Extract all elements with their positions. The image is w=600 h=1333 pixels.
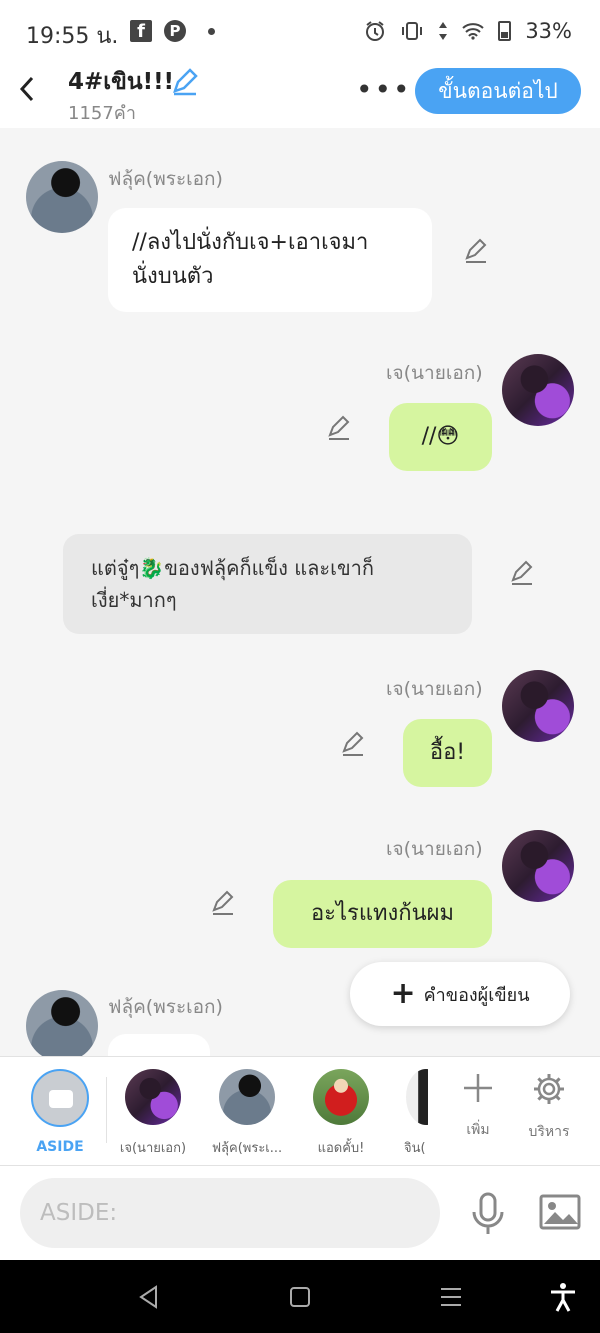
edit-pencil-icon[interactable]	[509, 560, 535, 586]
chat-area[interactable]: ฟลุ้ค(พระเอก) //ลงไปนั่งกับเจ+เอาเจมา นั…	[0, 128, 600, 1056]
message-text: นั่งบนตัว	[132, 264, 214, 289]
writer-note-label: คำของผู้เขียน	[423, 984, 530, 1006]
top-header: 4#เขิน!!! 1157คำ ••• ขั้นตอนต่อไป	[0, 62, 600, 128]
character-jay[interactable]: เจ(นายเอก)	[108, 1069, 198, 1158]
speaker-name: ฟลุ้ค(พระเอก)	[108, 168, 223, 190]
manage-label: บริหาร	[528, 1124, 570, 1140]
microphone-icon[interactable]	[470, 1192, 506, 1236]
message-text: อะไรแทงก้นผม	[310, 901, 455, 926]
edit-pencil-icon[interactable]	[326, 415, 352, 441]
character-jin[interactable]: จิน(	[390, 1069, 428, 1158]
add-writer-note-button[interactable]: + คำของผู้เขียน	[350, 962, 570, 1026]
character-label: จิน(	[404, 1141, 426, 1156]
message-bubble[interactable]: //ลงไปนั่งกับเจ+เอาเจมา นั่งบนตัว	[108, 208, 432, 312]
facebook-icon: f	[130, 20, 152, 42]
accessibility-icon[interactable]	[548, 1282, 578, 1312]
aside-input[interactable]	[20, 1178, 440, 1248]
more-options-icon[interactable]: •••	[356, 76, 412, 104]
character-aside[interactable]: ASIDE	[15, 1069, 105, 1155]
plus-icon	[464, 1074, 492, 1102]
avatar[interactable]	[26, 161, 98, 233]
gear-icon	[534, 1074, 564, 1104]
avatar[interactable]	[26, 990, 98, 1056]
speaker-name: เจ(นายเอก)	[386, 838, 483, 860]
avatar	[125, 1069, 181, 1125]
status-time: 19:55 น.	[26, 24, 119, 49]
character-label: ASIDE	[36, 1139, 84, 1155]
pinterest-icon: P	[164, 20, 186, 42]
character-label: แอดคั้บ!	[317, 1141, 365, 1156]
narration-bubble[interactable]: แต่จู๋ๆ🐉ของฟลุ้คก็แข็ง และเขาก็ เงี่ย*มา…	[63, 534, 472, 634]
plus-icon: +	[390, 976, 416, 1011]
avatar[interactable]	[502, 354, 574, 426]
add-character-button[interactable]: เพิ่ม	[448, 1071, 508, 1141]
battery-level: 33%	[525, 19, 572, 43]
edit-title-icon[interactable]	[170, 66, 200, 96]
speaker-name: เจ(นายเอก)	[386, 678, 483, 700]
back-arrow-icon[interactable]	[16, 74, 40, 104]
avatar	[406, 1069, 428, 1125]
manage-button[interactable]: บริหาร	[519, 1071, 579, 1143]
composer	[0, 1166, 600, 1260]
character-fluke[interactable]: ฟลุ้ค(พระเ...	[202, 1069, 292, 1158]
speaker-name: เจ(นายเอก)	[386, 362, 483, 384]
message-bubble[interactable]	[108, 1034, 210, 1056]
narration-text: แต่จู๋ๆ🐉ของฟลุ้คก็แข็ง และเขาก็	[91, 556, 375, 580]
image-icon[interactable]	[538, 1190, 582, 1234]
word-count: 1157คำ	[68, 103, 136, 124]
data-arrows-icon	[439, 22, 448, 40]
message-bubble[interactable]: อื้อ!	[403, 719, 492, 787]
avatar[interactable]	[502, 670, 574, 742]
vibrate-icon	[402, 22, 423, 40]
nav-recents-icon[interactable]	[438, 1284, 464, 1310]
message-text: อื้อ!	[429, 740, 466, 765]
next-step-button[interactable]: ขั้นตอนต่อไป	[415, 68, 581, 114]
avatar	[219, 1069, 275, 1125]
narration-text: เงี่ย*มากๆ	[91, 588, 177, 612]
message-bubble[interactable]: อะไรแทงก้นผม	[273, 880, 492, 948]
message-bubble[interactable]: //😳	[389, 403, 492, 471]
character-label: ฟลุ้ค(พระเ...	[211, 1141, 283, 1156]
character-selector: ASIDE เจ(นายเอก) ฟลุ้ค(พระเ... แอดคั้บ! …	[0, 1056, 600, 1166]
aside-icon	[31, 1069, 89, 1127]
page-title: 4#เขิน!!!	[68, 69, 175, 95]
notification-dot-icon	[208, 27, 215, 35]
system-nav-bar	[0, 1260, 600, 1333]
nav-home-icon[interactable]	[287, 1284, 313, 1310]
message-text: //😳	[421, 424, 460, 449]
divider	[106, 1077, 107, 1143]
character-admin[interactable]: แอดคั้บ!	[296, 1069, 386, 1158]
add-label: เพิ่ม	[466, 1122, 490, 1138]
status-bar: 19:55 น. f P 33%	[0, 0, 600, 62]
edit-pencil-icon[interactable]	[463, 238, 489, 264]
wifi-icon	[462, 23, 484, 40]
speaker-name: ฟลุ้ค(พระเอก)	[108, 996, 223, 1018]
avatar[interactable]	[502, 830, 574, 902]
message-text: //ลงไปนั่งกับเจ+เอาเจมา	[132, 230, 369, 255]
nav-back-icon[interactable]	[136, 1284, 162, 1310]
edit-pencil-icon[interactable]	[340, 731, 366, 757]
edit-pencil-icon[interactable]	[210, 890, 236, 916]
character-label: เจ(นายเอก)	[119, 1141, 187, 1156]
battery-icon	[498, 21, 512, 41]
avatar	[313, 1069, 369, 1125]
alarm-icon	[366, 21, 385, 41]
